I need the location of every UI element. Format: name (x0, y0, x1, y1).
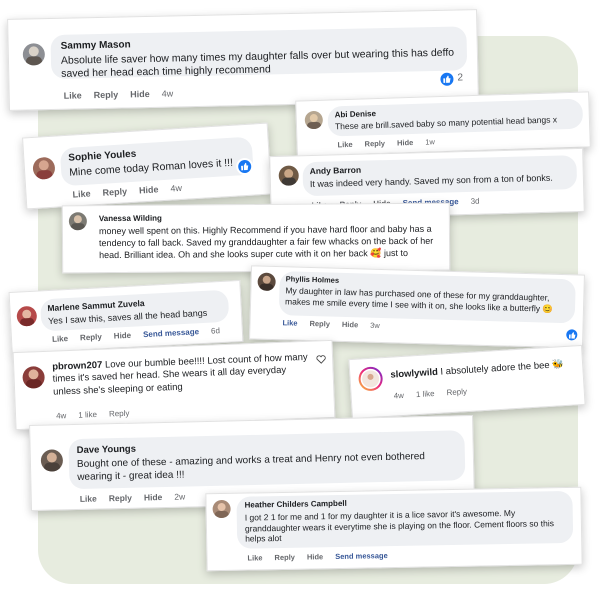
like-link[interactable]: Like (282, 318, 297, 327)
send-message-link[interactable]: Send message (143, 327, 199, 339)
hide-link[interactable]: Hide (139, 184, 159, 195)
timestamp: 1w (425, 137, 436, 147)
avatar[interactable] (22, 365, 46, 389)
comment-text: I absolutely adore the bee 🐝 (440, 359, 565, 378)
reply-link[interactable]: Reply (80, 332, 102, 342)
thumbs-up-icon[interactable] (566, 329, 578, 341)
hide-link[interactable]: Hide (114, 331, 132, 341)
reply-link[interactable]: Reply (109, 493, 132, 504)
like-link[interactable]: Like (80, 494, 97, 504)
comment-card-vanessa-wilding: Vanessa Wilding money well spent on this… (61, 202, 451, 274)
avatar[interactable] (257, 272, 276, 292)
timestamp: 2w (174, 491, 186, 502)
commenter-name[interactable]: Vanessa Wilding (99, 214, 162, 223)
avatar[interactable] (32, 156, 56, 180)
thumbs-up-icon[interactable] (237, 159, 252, 174)
timestamp: 4w (55, 411, 67, 421)
hide-link[interactable]: Hide (342, 320, 359, 329)
like-link[interactable]: Like (72, 189, 91, 200)
comment-actions: Like Reply Hide Send message (247, 551, 399, 562)
comment-text: Love our bumble bee!!!! Lost count of ho… (52, 351, 308, 398)
hide-link[interactable]: Hide (307, 552, 323, 561)
reply-link[interactable]: Reply (309, 319, 330, 329)
hide-link[interactable]: Hide (144, 492, 163, 502)
avatar[interactable] (16, 305, 38, 327)
like-count[interactable]: 1 like (416, 389, 435, 399)
timestamp: 6d (210, 326, 221, 336)
comment-actions: Like Reply Hide 2w (80, 491, 198, 504)
comment-actions: Like Reply Hide 3w (282, 318, 392, 330)
avatar[interactable] (357, 366, 384, 392)
commenter-name[interactable]: Phyllis Holmes (286, 274, 340, 284)
avatar[interactable] (40, 449, 64, 472)
comment-actions: Like Reply Hide 4w (72, 182, 194, 200)
comment-card-abi-denise: Abi Denise These are brill.saved baby so… (295, 91, 591, 157)
comment-card-sophie-youles: Sophie Youles Mine come today Roman love… (22, 122, 272, 210)
thumbs-up-icon[interactable] (440, 72, 454, 86)
comment-actions: Like Reply Hide 1w (337, 137, 447, 149)
reply-link[interactable]: Reply (364, 139, 385, 149)
comment-actions: Like Reply Hide 4w (64, 88, 186, 101)
commenter-name[interactable]: Dave Youngs (77, 444, 137, 456)
heart-outline-icon[interactable] (316, 351, 327, 369)
comment-card-pbrown207: pbrown207 Love our bumble bee!!!! Lost c… (12, 339, 336, 431)
avatar[interactable] (22, 43, 46, 66)
like-link[interactable]: Like (64, 90, 82, 100)
comment-text: money well spent on this. Highly Recomme… (98, 223, 434, 260)
commenter-name[interactable]: Andy Barron (309, 165, 361, 176)
send-message-link[interactable]: Send message (335, 551, 388, 561)
reaction-count: 2 (457, 72, 464, 84)
reply-link[interactable]: Reply (94, 90, 119, 101)
commenter-name[interactable]: slowlywild (390, 367, 438, 381)
comment-text-block: pbrown207 Love our bumble bee!!!! Lost c… (52, 352, 315, 399)
timestamp: 3w (370, 320, 380, 330)
comment-actions: 4w 1 like Reply (55, 408, 142, 421)
commenter-name[interactable]: Abi Denise (335, 109, 377, 119)
comment-actions: 4w 1 like Reply (393, 386, 479, 400)
comment-card-sammy-mason: Sammy Mason Absolute life saver how many… (7, 9, 479, 111)
reply-link[interactable]: Reply (102, 186, 127, 197)
like-link[interactable]: Like (337, 140, 352, 149)
reply-link[interactable]: Reply (446, 387, 467, 397)
comment-text: I got 2 1 for me and 1 for my daughter i… (244, 507, 555, 544)
commenter-name[interactable]: pbrown207 (52, 360, 103, 373)
commenter-name[interactable]: Sammy Mason (61, 39, 131, 51)
comment-card-heather-childers-campbell: Heather Childers Campbell I got 2 1 for … (205, 486, 583, 572)
reply-link[interactable]: Reply (274, 553, 295, 562)
timestamp: 4w (393, 390, 405, 401)
avatar[interactable] (304, 110, 324, 130)
comment-card-phyllis-holmes: Phyllis Holmes My daughter in law has pu… (249, 265, 585, 349)
comment-card-marlene-sammut-zuvela: Marlene Sammut Zuvela Yes I saw this, sa… (8, 279, 244, 355)
comment-text-block: slowlywild I absolutely adore the bee 🐝 (390, 358, 580, 381)
commenter-name[interactable]: Heather Childers Campbell (244, 499, 346, 510)
like-link[interactable]: Like (52, 334, 68, 344)
timestamp: 3d (470, 196, 480, 206)
timestamp: 4w (170, 182, 183, 194)
avatar[interactable] (278, 165, 299, 186)
like-count[interactable]: 1 like (78, 410, 97, 420)
avatar[interactable] (68, 212, 87, 231)
timestamp: 4w (161, 88, 174, 99)
like-link[interactable]: Like (247, 553, 262, 562)
avatar[interactable] (212, 499, 231, 519)
hide-link[interactable]: Hide (397, 138, 414, 148)
reply-link[interactable]: Reply (109, 409, 130, 419)
hide-link[interactable]: Hide (130, 89, 150, 99)
